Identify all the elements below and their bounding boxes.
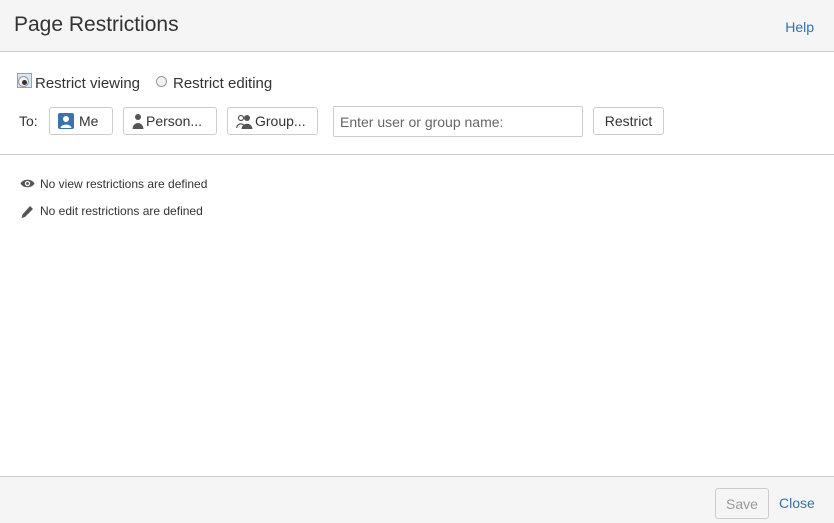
me-button-label: Me xyxy=(79,113,99,129)
restriction-target-row: To: Me Person... Group... Enter user or … xyxy=(0,106,834,137)
restrict-editing-radio[interactable] xyxy=(156,76,167,87)
restrict-button[interactable]: Restrict xyxy=(593,107,664,135)
me-button[interactable]: Me xyxy=(49,107,113,135)
radio-selected-dot xyxy=(22,80,27,85)
person-button-label: Person... xyxy=(146,113,203,129)
pencil-icon xyxy=(20,205,34,222)
group-icon xyxy=(236,113,253,129)
save-button[interactable]: Save xyxy=(715,488,769,519)
user-group-search-input[interactable] xyxy=(333,106,583,137)
person-picker-button[interactable]: Person... xyxy=(123,107,217,135)
restrict-viewing-label: Restrict viewing xyxy=(35,75,141,92)
edit-restrictions-text: No edit restrictions are defined xyxy=(40,204,203,218)
section-divider xyxy=(0,154,834,155)
eye-icon xyxy=(20,178,35,192)
dialog-title: Page Restrictions xyxy=(14,13,179,36)
group-picker-button[interactable]: Group... xyxy=(227,107,318,135)
view-restrictions-text: No view restrictions are defined xyxy=(40,177,208,191)
restrict-viewing-radio[interactable] xyxy=(18,76,29,87)
help-link[interactable]: Help xyxy=(785,19,814,35)
close-link[interactable]: Close xyxy=(779,495,815,511)
to-label: To: xyxy=(19,113,38,129)
restrict-editing-label: Restrict editing xyxy=(173,75,273,92)
group-button-label: Group... xyxy=(255,113,306,129)
dialog-header: Page Restrictions Help xyxy=(0,0,834,52)
user-avatar-icon xyxy=(58,113,74,129)
dialog-footer: Save Close xyxy=(0,476,834,523)
person-icon xyxy=(132,113,144,129)
